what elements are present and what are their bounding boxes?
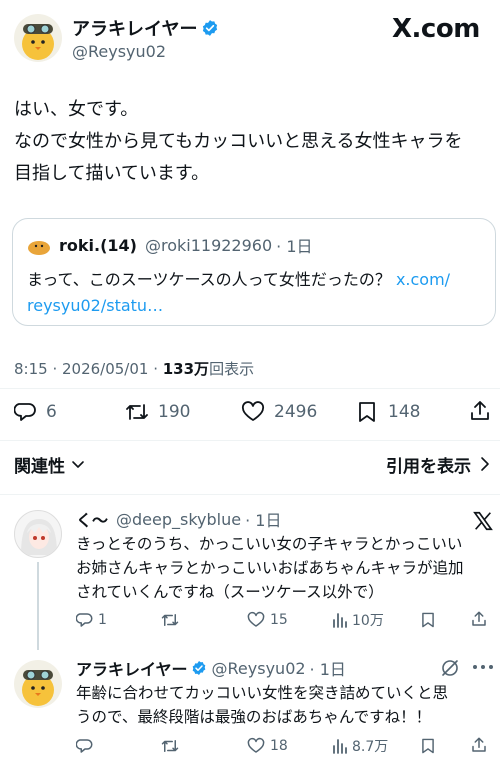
reply-text-line: お姉さんキャラとかっこいいおばあちゃんキャラが追加 xyxy=(76,559,464,577)
author-avatar[interactable] xyxy=(14,14,62,62)
divider xyxy=(0,440,500,441)
quote-time[interactable]: · 1日 xyxy=(276,233,312,257)
chevron-right-icon xyxy=(479,456,491,472)
quote-link-continued[interactable]: reysyu02/statu… xyxy=(27,293,487,319)
view-quotes-link[interactable]: 引用を表示 xyxy=(386,452,491,477)
reply-reply-count: 1 xyxy=(98,612,107,628)
tweet-text: はい、女です。 なので女性から見てもカッコいいと思える女性キャラを 目指して描い… xyxy=(14,94,463,190)
reply-like-count: 18 xyxy=(270,738,288,754)
share-button[interactable] xyxy=(468,399,492,423)
view-count-label: 回表示 xyxy=(209,360,255,378)
tweet-text-line: 目指して描いています。 xyxy=(14,163,210,184)
reply-views-button[interactable]: 8.7万 xyxy=(332,736,388,756)
tweet-text-line: なので女性から見てもカッコいいと思える女性キャラを xyxy=(14,131,463,152)
like-button[interactable]: 2496 xyxy=(240,398,317,426)
retweet-icon xyxy=(124,400,150,424)
brand-text: X.com xyxy=(392,14,480,44)
reply-time[interactable]: · 1日 xyxy=(245,507,281,531)
heart-icon xyxy=(240,400,266,424)
tweet-text-line: はい、女です。 xyxy=(14,99,139,120)
reply-icon xyxy=(76,611,94,629)
reply-reply-button[interactable]: 1 xyxy=(76,610,107,630)
thread-line xyxy=(37,562,39,650)
analytics-icon xyxy=(332,737,348,755)
x-brand-logo: X.com xyxy=(392,14,480,48)
reply-text-line: うので、最終段階は最強のおばあちゃんですね！！ xyxy=(76,708,432,726)
reply-bookmark-button[interactable] xyxy=(420,611,436,629)
reply-reply-button[interactable] xyxy=(76,736,98,756)
reply-text-line: されていくんですね（スーツケース以外で） xyxy=(76,583,384,601)
reply-retweet-button[interactable] xyxy=(160,736,184,756)
bookmark-button[interactable]: 148 xyxy=(356,398,420,426)
chevron-down-icon xyxy=(71,457,85,471)
verified-badge-icon xyxy=(201,19,219,37)
reply-author-name[interactable]: く〜 xyxy=(76,507,108,531)
reply-like-button[interactable]: 15 xyxy=(246,610,288,630)
retweet-icon xyxy=(160,611,180,629)
divider xyxy=(0,494,500,495)
reply-text-line: きっとそのうち、かっこいい女の子キャラとかっこいい xyxy=(76,535,463,553)
quoted-tweet-card[interactable]: roki.(14) @roki11922960 · 1日 まって、このスーツケー… xyxy=(12,218,496,326)
sort-relevance-label: 関連性 xyxy=(14,456,65,477)
reply-time[interactable]: · 1日 xyxy=(310,656,346,680)
reply-bookmark-button[interactable] xyxy=(420,737,436,755)
retweet-button[interactable]: 190 xyxy=(124,398,190,426)
bookmark-count: 148 xyxy=(388,402,421,422)
view-count: 133万 xyxy=(162,360,210,378)
reply-share-button[interactable] xyxy=(470,610,488,628)
verified-badge-icon xyxy=(191,660,207,676)
reply-avatar[interactable] xyxy=(14,510,62,558)
reply-like-button[interactable]: 18 xyxy=(246,736,288,756)
reply-share-button[interactable] xyxy=(470,736,488,754)
reply-avatar[interactable] xyxy=(14,660,62,708)
retweet-icon xyxy=(160,737,180,755)
bookmark-icon xyxy=(420,611,436,629)
reply-text: きっとそのうち、かっこいい女の子キャラとかっこいい お姉さんキャラとかっこいいお… xyxy=(76,532,464,604)
reply-views-button[interactable]: 10万 xyxy=(332,610,384,630)
quote-link[interactable]: x.com/ xyxy=(396,270,450,289)
share-icon xyxy=(470,736,488,754)
reply-author-handle[interactable]: @deep_skyblue xyxy=(116,510,241,529)
reply-author-name[interactable]: アラキレイヤー xyxy=(76,656,188,680)
view-quotes-label: 引用を表示 xyxy=(386,456,471,477)
reply-text: 年齢に合わせてカッコいい女性を突き詰めていくと思 うので、最終段階は最強のおばあ… xyxy=(76,681,448,729)
reply-view-count: 10万 xyxy=(352,613,384,629)
quote-author-name[interactable]: roki.(14) xyxy=(59,236,137,255)
retweet-count: 190 xyxy=(158,402,191,422)
reply-button[interactable]: 6 xyxy=(14,398,57,426)
reply-text-line: 年齢に合わせてカッコいい女性を突き詰めていくと思 xyxy=(76,684,449,702)
bookmark-icon xyxy=(420,737,436,755)
heart-icon xyxy=(246,737,266,755)
reply-icon xyxy=(14,400,38,424)
author-handle[interactable]: @Reysyu02 xyxy=(72,42,166,61)
more-options-icon[interactable] xyxy=(472,664,494,670)
grok-icon[interactable] xyxy=(440,658,460,678)
reply-author-handle[interactable]: @Reysyu02 xyxy=(212,659,306,678)
quote-text: まって、このスーツケースの人って女性だったの？ xyxy=(27,270,391,289)
x-logo-icon[interactable] xyxy=(472,510,494,532)
quote-author-handle[interactable]: @roki11922960 xyxy=(145,236,272,255)
bookmark-icon xyxy=(356,400,378,424)
tweet-timestamp[interactable]: 8:15 · 2026/05/01 · xyxy=(14,360,163,378)
reply-view-count: 8.7万 xyxy=(352,739,389,755)
reply-icon xyxy=(76,737,94,755)
quote-author-avatar[interactable] xyxy=(27,233,51,257)
share-icon xyxy=(470,610,488,628)
author-display-name[interactable]: アラキレイヤー xyxy=(72,15,197,41)
sort-relevance-dropdown[interactable]: 関連性 xyxy=(14,452,85,477)
divider xyxy=(0,388,500,389)
reply-like-count: 15 xyxy=(270,612,288,628)
like-count: 2496 xyxy=(274,402,318,422)
reply-count: 6 xyxy=(46,402,57,422)
heart-icon xyxy=(246,611,266,629)
reply-retweet-button[interactable] xyxy=(160,610,184,630)
analytics-icon xyxy=(332,611,348,629)
share-icon xyxy=(468,399,492,423)
